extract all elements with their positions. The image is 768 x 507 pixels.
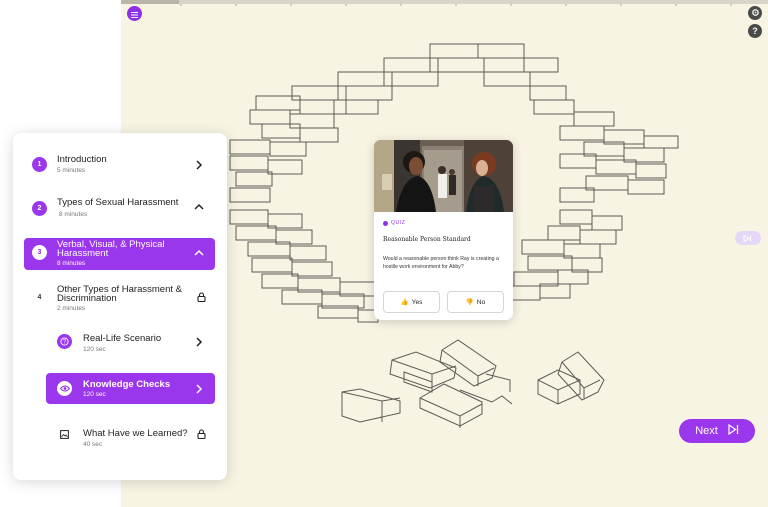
module-title: Verbal, Visual, & Physical Harassment — [57, 239, 165, 259]
module-number: 1 — [32, 157, 47, 172]
lesson-title: Knowledge Checks — [83, 379, 171, 390]
module-title: Types of Sexual Harassment — [57, 197, 179, 208]
answer-yes-button[interactable]: 👍 Yes — [383, 291, 440, 313]
thumbs-down-icon: 👎 — [465, 299, 474, 306]
lesson-duration: 120 sec — [83, 346, 106, 353]
question-icon: ? — [57, 334, 72, 349]
module-duration: 8 minutes — [57, 260, 86, 267]
eye-icon — [57, 381, 72, 396]
office-elevator-photo — [374, 140, 513, 212]
quiz-title: Reasonable Person Standard — [383, 236, 471, 243]
chevron-up-icon — [194, 249, 204, 257]
image-icon — [60, 430, 69, 439]
module-duration: 8 minutes — [59, 211, 88, 218]
chevron-right-icon — [195, 337, 203, 347]
quiz-tag-label: QUIZ — [391, 220, 406, 226]
lesson-duration: 120 sec — [83, 391, 106, 398]
quiz-question: Would a reasonable person think Ray is c… — [383, 256, 499, 270]
lesson-title: Real-Life Scenario — [83, 333, 162, 344]
module-duration: 2 minutes — [57, 305, 86, 312]
module-duration: 5 minutes — [57, 167, 86, 174]
quiz-tag: QUIZ — [383, 220, 405, 226]
module-number: 3 — [32, 245, 47, 260]
lesson-duration: 40 sec — [83, 441, 103, 448]
module-title: Other Types of Harassment & Discriminati… — [57, 284, 182, 304]
course-outline-panel: 1 Introduction 5 minutes 2 Types of Sexu… — [13, 133, 227, 480]
lock-icon — [197, 292, 206, 302]
chevron-right-icon — [195, 384, 203, 394]
module-title: Introduction — [57, 154, 107, 165]
chevron-right-icon — [195, 160, 203, 170]
lesson-title: What Have we Learned? — [83, 428, 188, 439]
module-number: 4 — [37, 294, 42, 301]
answer-no-label: No — [476, 298, 486, 306]
answer-no-button[interactable]: 👎 No — [447, 291, 504, 313]
module-number: 2 — [32, 201, 47, 216]
lock-icon — [197, 429, 206, 439]
quiz-badge-icon — [383, 220, 388, 226]
thumbs-up-icon: 👍 — [400, 299, 409, 306]
answer-yes-label: Yes — [411, 298, 423, 306]
chevron-up-icon — [194, 203, 204, 211]
quiz-card: QUIZ Reasonable Person Standard Would a … — [374, 140, 513, 320]
